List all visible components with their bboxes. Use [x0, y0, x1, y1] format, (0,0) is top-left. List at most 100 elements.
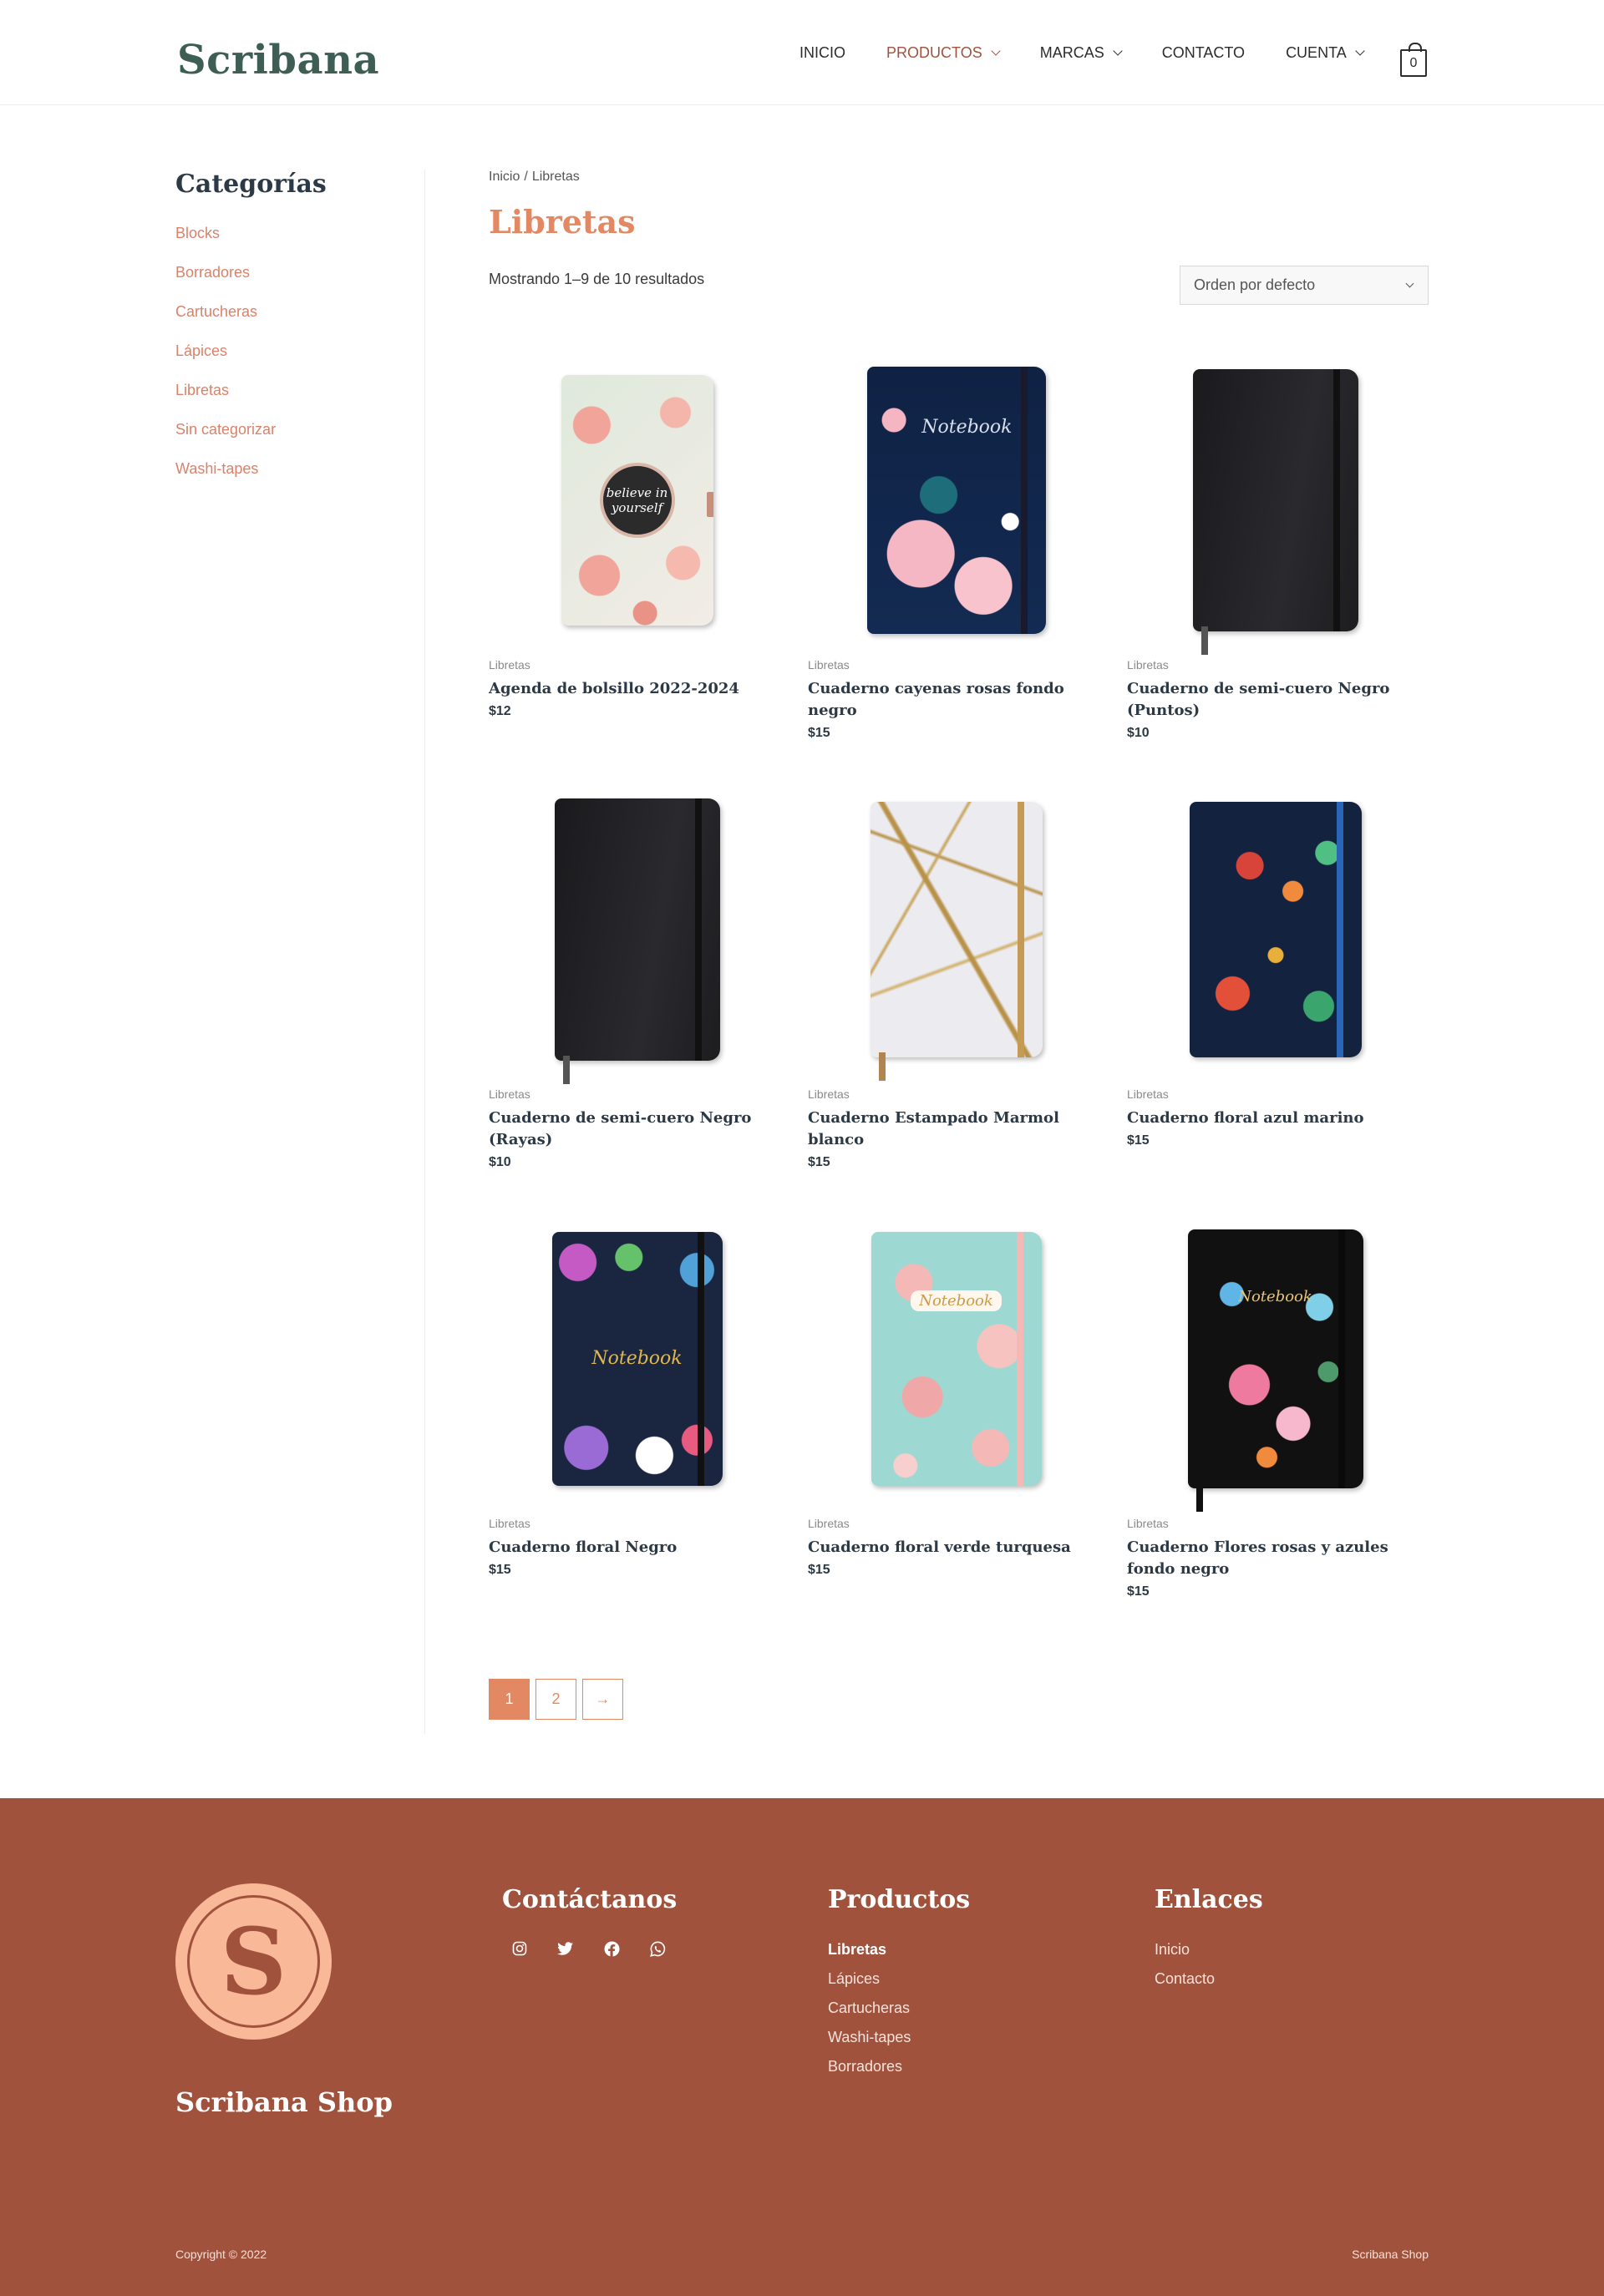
- facebook-icon[interactable]: [602, 1939, 621, 1958]
- footer-contact-title: Contáctanos: [502, 1885, 678, 1914]
- sidebar-title: Categorías: [175, 170, 327, 199]
- product-category[interactable]: Libretas: [489, 658, 785, 672]
- product-title[interactable]: Cuaderno floral Negro: [489, 1537, 785, 1559]
- product-card[interactable]: Notebook Libretas Cuaderno cayenas rosas…: [808, 352, 1104, 741]
- orderby-value: Orden por defecto: [1194, 276, 1316, 293]
- product-card[interactable]: Libretas Cuaderno Estampado Marmol blanc…: [808, 781, 1104, 1170]
- nav-item-cuenta[interactable]: CUENTA: [1286, 44, 1365, 62]
- product-category[interactable]: Libretas: [1127, 1517, 1424, 1530]
- category-sidebar: Categorías Blocks Borradores Cartucheras…: [175, 170, 426, 497]
- next-page-button[interactable]: →: [582, 1679, 623, 1720]
- product-image[interactable]: [1127, 781, 1424, 1077]
- category-list: Blocks Borradores Cartucheras Lápices Li…: [175, 222, 426, 497]
- product-image[interactable]: believe in yourself: [489, 352, 785, 648]
- footer-link-lapices[interactable]: Lápices: [828, 1969, 970, 1998]
- footer-link-inicio[interactable]: Inicio: [1155, 1939, 1263, 1969]
- product-title[interactable]: Agenda de bolsillo 2022-2024: [489, 678, 785, 700]
- product-image[interactable]: [489, 781, 785, 1084]
- product-image[interactable]: Notebook: [808, 352, 1104, 648]
- elastic-band: [697, 1231, 704, 1486]
- product-title[interactable]: Cuaderno de semi-cuero Negro (Rayas): [489, 1107, 785, 1151]
- cover-text: Notebook: [1238, 1287, 1312, 1305]
- elastic-band: [1338, 1229, 1345, 1488]
- notebook-cover-black: [1192, 368, 1358, 655]
- product-title[interactable]: Cuaderno Estampado Marmol blanco: [808, 1107, 1104, 1151]
- product-title[interactable]: Cuaderno floral azul marino: [1127, 1107, 1424, 1129]
- nav-item-contacto[interactable]: CONTACTO: [1162, 44, 1245, 62]
- product-image[interactable]: Notebook: [1127, 1210, 1424, 1512]
- page-1-button[interactable]: 1: [489, 1679, 530, 1720]
- page-2-button[interactable]: 2: [536, 1679, 576, 1720]
- product-title[interactable]: Cuaderno floral verde turquesa: [808, 1537, 1104, 1559]
- product-title[interactable]: Cuaderno cayenas rosas fondo negro: [808, 678, 1104, 722]
- nav-item-label: INICIO: [799, 43, 846, 61]
- product-image[interactable]: [1127, 352, 1424, 655]
- product-category[interactable]: Libretas: [1127, 1087, 1424, 1101]
- product-card[interactable]: Libretas Cuaderno floral azul marino $15: [1127, 781, 1424, 1148]
- chevron-down-icon: [1355, 45, 1365, 56]
- social-links: [510, 1939, 694, 1958]
- chevron-down-icon: [991, 45, 1001, 56]
- footer-link-cartucheras[interactable]: Cartucheras: [828, 1998, 970, 2027]
- nav-item-inicio[interactable]: INICIO: [799, 44, 845, 62]
- nav-item-productos[interactable]: PRODUCTOS: [886, 44, 1001, 62]
- product-category[interactable]: Libretas: [808, 658, 1104, 672]
- product-image[interactable]: Notebook: [808, 1210, 1104, 1507]
- breadcrumb-home-link[interactable]: Inicio: [489, 170, 520, 185]
- notebook-cover-black-pink-blue: Notebook: [1187, 1229, 1363, 1512]
- chevron-down-icon: [1405, 279, 1414, 288]
- results-toolbar: Mostrando 1–9 de 10 resultados Orden por…: [489, 266, 1429, 306]
- footer-link-libretas[interactable]: Libretas: [828, 1939, 970, 1969]
- bookmark-ribbon: [562, 1055, 570, 1084]
- twitter-icon[interactable]: [556, 1939, 575, 1958]
- footer-links-title: Enlaces: [1155, 1885, 1263, 1914]
- product-title[interactable]: Cuaderno de semi-cuero Negro (Puntos): [1127, 678, 1424, 722]
- nav-item-label: CONTACTO: [1161, 43, 1246, 61]
- category-link-libretas[interactable]: Libretas: [175, 379, 426, 418]
- category-link-lapices[interactable]: Lápices: [175, 340, 426, 379]
- whatsapp-icon[interactable]: [648, 1939, 667, 1958]
- site-logo[interactable]: Scribana: [177, 37, 379, 84]
- instagram-icon[interactable]: [510, 1939, 529, 1958]
- product-title[interactable]: Cuaderno Flores rosas y azules fondo neg…: [1127, 1537, 1424, 1580]
- category-link-borradores[interactable]: Borradores: [175, 261, 426, 301]
- cover-text: Notebook: [921, 416, 1013, 438]
- product-card[interactable]: believe in yourself Libretas Agenda de b…: [489, 352, 785, 719]
- product-price: $10: [489, 1155, 511, 1169]
- category-link-cartucheras[interactable]: Cartucheras: [175, 301, 426, 340]
- product-category[interactable]: Libretas: [489, 1087, 785, 1101]
- product-image[interactable]: Notebook: [489, 1210, 785, 1507]
- footer-logo[interactable]: S: [175, 1883, 332, 2040]
- product-card[interactable]: Notebook Libretas Cuaderno Flores rosas …: [1127, 1210, 1424, 1599]
- notebook-cover-marble: [870, 801, 1043, 1081]
- product-image[interactable]: [808, 781, 1104, 1081]
- footer-link-borradores[interactable]: Borradores: [828, 2056, 970, 2086]
- category-link-washi-tapes[interactable]: Washi-tapes: [175, 458, 426, 497]
- elastic-band: [1016, 1231, 1023, 1486]
- product-category[interactable]: Libretas: [808, 1087, 1104, 1101]
- nav-item-marcas[interactable]: MARCAS: [1040, 44, 1123, 62]
- product-card[interactable]: Libretas Cuaderno de semi-cuero Negro (R…: [489, 781, 785, 1170]
- notebook-cover-navy-tropical: [1189, 801, 1362, 1057]
- product-card[interactable]: Notebook Libretas Cuaderno floral Negro …: [489, 1210, 785, 1578]
- footer-link-contacto[interactable]: Contacto: [1155, 1969, 1263, 1998]
- category-link-sin-categorizar[interactable]: Sin categorizar: [175, 418, 426, 458]
- orderby-select[interactable]: Orden por defecto: [1180, 266, 1429, 305]
- cover-text: Notebook: [911, 1290, 1002, 1311]
- pen-loop: [706, 491, 713, 517]
- product-category[interactable]: Libretas: [808, 1517, 1104, 1530]
- footer-logo-letter: S: [187, 1895, 320, 2028]
- footer-site-name[interactable]: Scribana Shop: [1352, 2248, 1429, 2261]
- notebook-cover-floral-pink: believe in yourself: [561, 374, 713, 626]
- footer-link-washi-tapes[interactable]: Washi-tapes: [828, 2027, 970, 2056]
- category-link-blocks[interactable]: Blocks: [175, 222, 426, 261]
- sidebar-divider: [424, 170, 425, 1734]
- product-card[interactable]: Libretas Cuaderno de semi-cuero Negro (P…: [1127, 352, 1424, 741]
- product-card[interactable]: Notebook Libretas Cuaderno floral verde …: [808, 1210, 1104, 1578]
- footer-links-column: Enlaces Inicio Contacto: [1155, 1885, 1263, 1998]
- cart-button[interactable]: 0: [1400, 43, 1427, 77]
- footer-products-column: Productos Libretas Lápices Cartucheras W…: [828, 1885, 970, 2086]
- footer-shop-name: Scribana Shop: [175, 2086, 393, 2118]
- product-category[interactable]: Libretas: [1127, 658, 1424, 672]
- product-category[interactable]: Libretas: [489, 1517, 785, 1530]
